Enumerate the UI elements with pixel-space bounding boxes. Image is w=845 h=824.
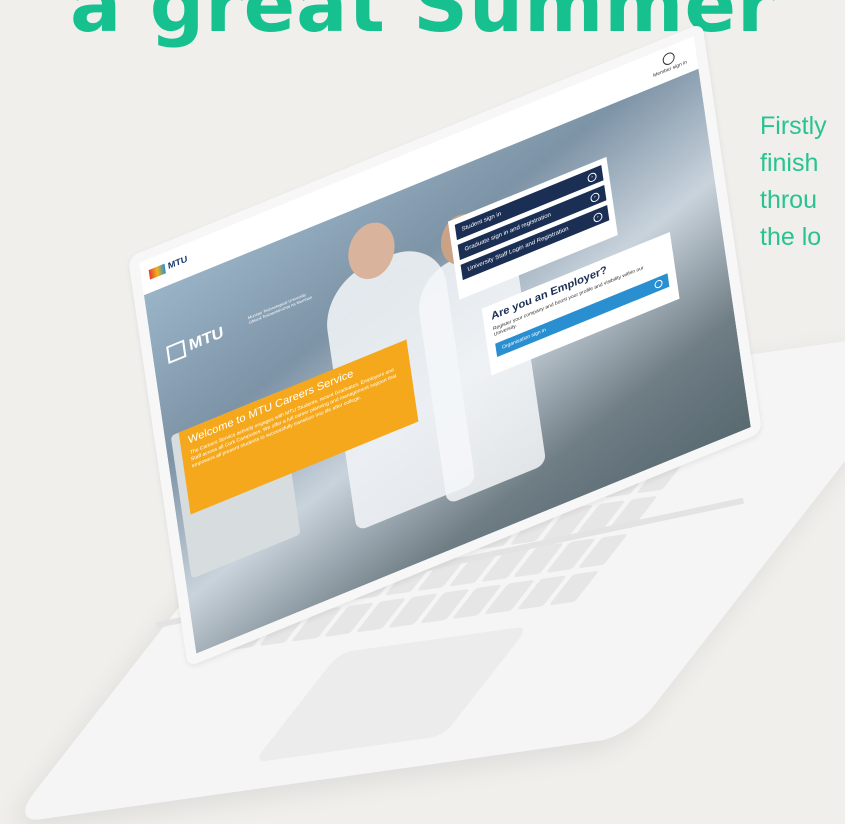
mtu-logo-subtitle: Munster Technological University Ollscoi… xyxy=(247,291,313,326)
mtu-logo-icon xyxy=(148,263,166,280)
chevron-right-icon xyxy=(654,278,664,290)
mtu-crest-icon xyxy=(166,339,187,364)
trackpad xyxy=(253,625,530,763)
member-sign-in-link[interactable]: Member sign in xyxy=(651,46,687,79)
mtu-hero-logo: MTU Munster Technological University Oll… xyxy=(166,292,312,364)
laptop: MTU Member sign in MTU Munster Technolog… xyxy=(0,0,845,824)
site-logo[interactable]: MTU xyxy=(148,254,189,280)
chevron-right-icon: › xyxy=(592,210,603,224)
chevron-right-icon: › xyxy=(586,170,598,184)
chevron-right-icon: › xyxy=(589,190,601,204)
